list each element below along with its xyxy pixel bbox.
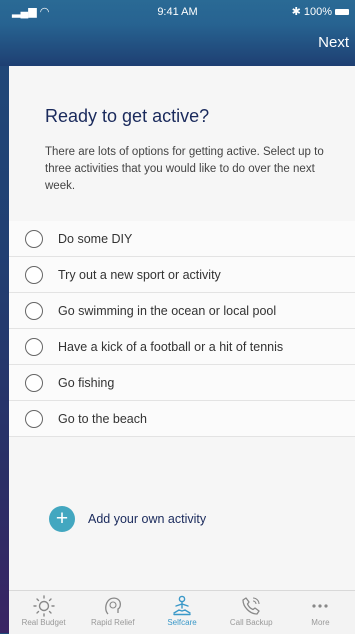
option-swimming[interactable]: Go swimming in the ocean or local pool [9, 293, 355, 329]
tab-more[interactable]: More [286, 591, 355, 634]
tab-bar: Real Budget Rapid Relief Selfcare Call B… [9, 590, 355, 634]
bluetooth-icon: ✱ [291, 6, 301, 18]
radio-button[interactable] [25, 229, 43, 248]
next-button[interactable]: Next [318, 34, 349, 51]
tab-label: Call Backup [229, 618, 273, 627]
option-label: Do some DIY [58, 231, 133, 246]
intro-section: Ready to get active? There are lots of o… [9, 66, 355, 216]
activity-options: Do some DIY Try out a new sport or activ… [9, 221, 355, 437]
meditation-icon [170, 594, 194, 618]
option-beach[interactable]: Go to the beach [9, 401, 355, 437]
add-activity-label: Add your own activity [88, 512, 207, 526]
head-icon [101, 594, 125, 618]
option-label: Go fishing [58, 375, 115, 390]
battery-icon [335, 8, 349, 15]
option-diy[interactable]: Do some DIY [9, 221, 355, 257]
tab-real-budget[interactable]: Real Budget [9, 591, 78, 634]
tab-label: Selfcare [167, 618, 197, 627]
phone-icon [240, 594, 262, 618]
add-activity-button[interactable]: + Add your own activity [49, 506, 206, 532]
sun-icon [31, 594, 57, 618]
radio-button[interactable] [25, 337, 43, 356]
tab-label: Real Budget [21, 618, 66, 627]
radio-button[interactable] [25, 373, 43, 392]
activity-sheet: Ready to get active? There are lots of o… [9, 66, 355, 590]
radio-button[interactable] [25, 265, 43, 284]
status-right: ✱ 100% [292, 5, 349, 18]
tab-call-backup[interactable]: Call Backup [217, 591, 286, 634]
option-label: Go swimming in the ocean or local pool [58, 303, 277, 318]
option-label: Go to the beach [58, 411, 147, 426]
option-new-sport[interactable]: Try out a new sport or activity [9, 257, 355, 293]
intro-text: There are lots of options for getting ac… [45, 146, 324, 192]
option-football-tennis[interactable]: Have a kick of a football or a hit of te… [9, 329, 355, 365]
tab-selfcare[interactable]: Selfcare [147, 591, 216, 634]
more-icon [309, 594, 331, 618]
tab-label: Rapid Relief [91, 618, 135, 627]
tab-label: More [311, 618, 330, 627]
option-label: Have a kick of a football or a hit of te… [58, 339, 284, 354]
option-fishing[interactable]: Go fishing [9, 365, 355, 401]
plus-icon: + [49, 506, 75, 532]
tab-rapid-relief[interactable]: Rapid Relief [78, 591, 147, 634]
nav-bar: Next [0, 24, 355, 66]
page-title: Ready to get active? [45, 106, 210, 126]
radio-button[interactable] [25, 301, 43, 320]
battery-percent: 100% [303, 5, 332, 18]
radio-button[interactable] [25, 409, 43, 428]
status-bar: ▂▄▆ ◠ 9:41 AM ✱ 100% [0, 0, 355, 24]
option-label: Try out a new sport or activity [58, 267, 221, 282]
